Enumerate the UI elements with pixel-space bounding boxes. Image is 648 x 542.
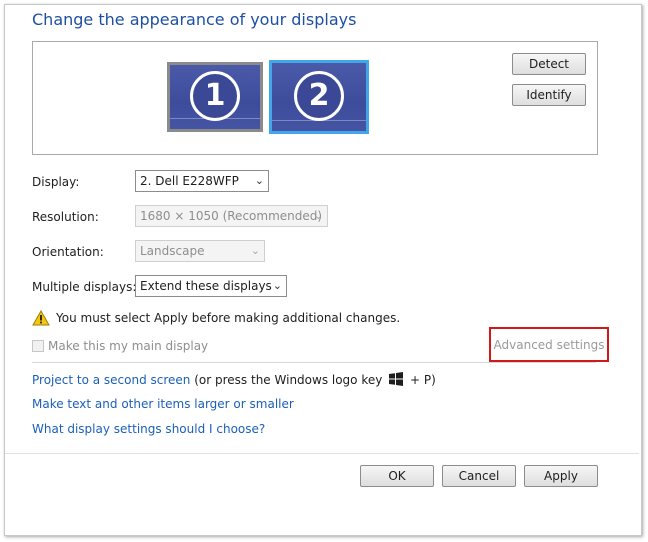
project-shortcut-suffix: + P) [410, 373, 436, 387]
project-link-row: Project to a second screen (or press the… [32, 372, 436, 387]
advanced-settings-link[interactable]: Advanced settings [489, 327, 609, 362]
display-label: Display: [32, 175, 80, 189]
display-select[interactable]: 2. Dell E228WFP ⌄ [135, 170, 269, 192]
apply-warning: You must select Apply before making addi… [32, 310, 400, 326]
footer-divider [5, 453, 639, 454]
multiple-displays-select[interactable]: Extend these displays ⌄ [135, 275, 287, 297]
warning-text: You must select Apply before making addi… [56, 311, 401, 325]
apply-button[interactable]: Apply [524, 465, 598, 487]
ok-button[interactable]: OK [360, 465, 434, 487]
monitor-2-number: 2 [294, 70, 344, 121]
orientation-select: Landscape ⌄ [135, 240, 265, 262]
main-display-checkbox [32, 340, 44, 352]
monitor-1[interactable]: 1 [167, 62, 263, 132]
chevron-down-icon: ⌄ [254, 174, 264, 187]
page-title: Change the appearance of your displays [32, 10, 357, 29]
monitor-1-number: 1 [190, 70, 240, 121]
display-preview-area: 1 2 Detect Identify [32, 41, 598, 155]
resolution-select: 1680 × 1050 (Recommended) ⌄ [135, 205, 328, 227]
advanced-settings-label: Advanced settings [493, 337, 605, 352]
section-divider [32, 362, 596, 363]
identify-button[interactable]: Identify [512, 84, 586, 106]
chevron-down-icon: ⌄ [250, 244, 260, 257]
display-settings-help-link[interactable]: What display settings should I choose? [32, 422, 265, 436]
chevron-down-icon: ⌄ [313, 209, 323, 222]
detect-button[interactable]: Detect [512, 53, 586, 75]
multiple-displays-label: Multiple displays: [32, 280, 137, 294]
windows-logo-icon [389, 372, 404, 386]
warning-icon [32, 310, 50, 326]
resolution-select-value: 1680 × 1050 (Recommended) [140, 209, 323, 223]
resolution-label: Resolution: [32, 210, 99, 224]
orientation-label: Orientation: [32, 245, 104, 259]
cancel-button[interactable]: Cancel [442, 465, 516, 487]
project-to-second-screen-link[interactable]: Project to a second screen [32, 373, 190, 387]
multiple-displays-select-value: Extend these displays [140, 279, 272, 293]
project-shortcut-text: (or press the Windows logo key [194, 373, 383, 387]
orientation-select-value: Landscape [140, 244, 205, 258]
text-size-link[interactable]: Make text and other items larger or smal… [32, 397, 294, 411]
main-display-label: Make this my main display [48, 339, 209, 353]
display-select-value: 2. Dell E228WFP [140, 174, 239, 188]
chevron-down-icon: ⌄ [272, 279, 282, 292]
main-display-checkbox-row: Make this my main display [32, 339, 208, 353]
monitor-2[interactable]: 2 [269, 60, 369, 134]
